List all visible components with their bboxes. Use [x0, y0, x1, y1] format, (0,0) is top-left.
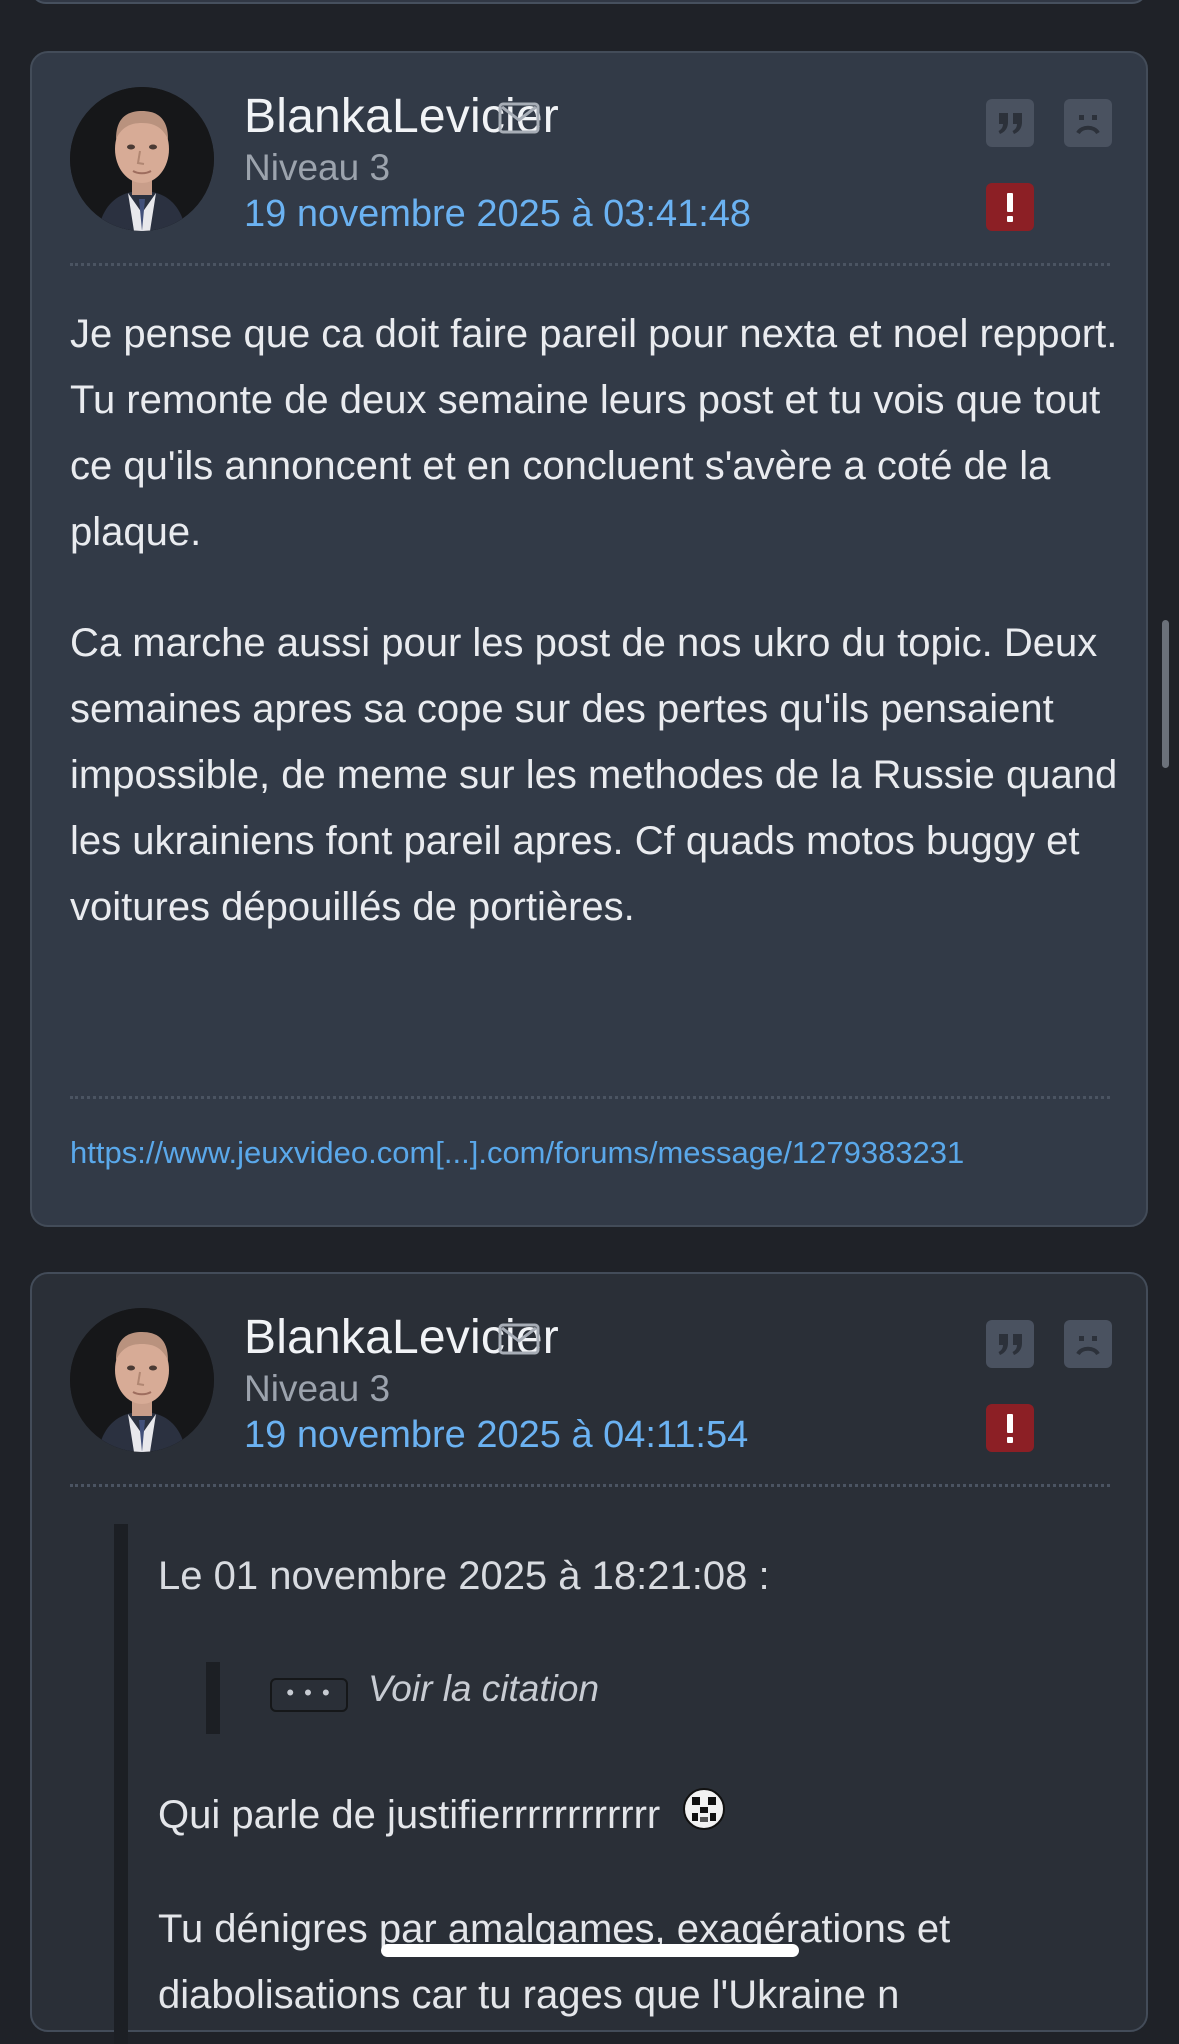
quote-icon	[998, 1334, 1022, 1355]
quote-paragraph: Tu dénigres par amalgames, exagérations …	[158, 1907, 951, 2017]
expand-quote-button[interactable]: • • •	[270, 1678, 348, 1712]
envelope-icon[interactable]	[498, 101, 540, 135]
home-indicator[interactable]	[381, 1944, 799, 1957]
post-paragraph: Je pense que ca doit faire pareil pour n…	[70, 312, 1118, 554]
post-body: Je pense que ca doit faire pareil pour n…	[70, 301, 1130, 940]
forum-post: BlankaLevicier Niveau 3 19 novembre 2025…	[30, 51, 1148, 1227]
quote-icon	[998, 113, 1022, 134]
post-header: BlankaLevicier Niveau 3 19 novembre 2025…	[70, 87, 1112, 237]
quote-header: Le 01 novembre 2025 à 18:21:08 :	[158, 1554, 770, 1598]
noel-smiley-icon	[681, 1786, 727, 1832]
avatar[interactable]	[70, 87, 214, 231]
header-divider	[70, 1484, 1110, 1487]
sad-face-icon	[1076, 115, 1100, 135]
quote-button[interactable]	[986, 1320, 1034, 1368]
sad-reaction-button[interactable]	[1064, 1320, 1112, 1368]
avatar-portrait-icon	[70, 1308, 214, 1452]
user-level: Niveau 3	[244, 1368, 391, 1409]
scrollbar[interactable]	[1162, 620, 1169, 768]
header-divider	[70, 263, 1110, 266]
nested-quote: • • • Voir la citation	[206, 1662, 820, 1734]
quote-reply-text: Qui parle de justifierrrrrrrrrrrr	[158, 1793, 661, 1837]
post-date[interactable]: 19 novembre 2025 à 03:41:48	[244, 193, 751, 236]
quote-button[interactable]	[986, 99, 1034, 147]
exclamation-icon	[1007, 1414, 1013, 1443]
previous-post-card-edge	[30, 0, 1148, 4]
sad-face-icon	[1076, 1336, 1100, 1356]
envelope-icon[interactable]	[498, 1322, 540, 1356]
see-quote-label[interactable]: Voir la citation	[368, 1668, 599, 1710]
signature-divider	[70, 1096, 1110, 1099]
user-level: Niveau 3	[244, 147, 391, 188]
report-button[interactable]	[986, 1404, 1034, 1452]
post-date[interactable]: 19 novembre 2025 à 04:11:54	[244, 1414, 748, 1457]
avatar-portrait-icon	[70, 87, 214, 231]
quote-reply-line: Qui parle de justifierrrrrrrrrrrr	[158, 1786, 727, 1838]
avatar[interactable]	[70, 1308, 214, 1452]
signature-link[interactable]: https://www.jeuxvideo.com[...].com/forum…	[70, 1135, 964, 1171]
post-paragraph: Ca marche aussi pour les post de nos ukr…	[70, 621, 1118, 929]
exclamation-icon	[1007, 193, 1013, 222]
post-header: BlankaLevicier Niveau 3 19 novembre 2025…	[70, 1308, 1112, 1458]
forum-post: BlankaLevicier Niveau 3 19 novembre 2025…	[30, 1272, 1148, 2044]
sad-reaction-button[interactable]	[1064, 99, 1112, 147]
blockquote: Le 01 novembre 2025 à 18:21:08 : • • • V…	[114, 1524, 1128, 2044]
report-button[interactable]	[986, 183, 1034, 231]
